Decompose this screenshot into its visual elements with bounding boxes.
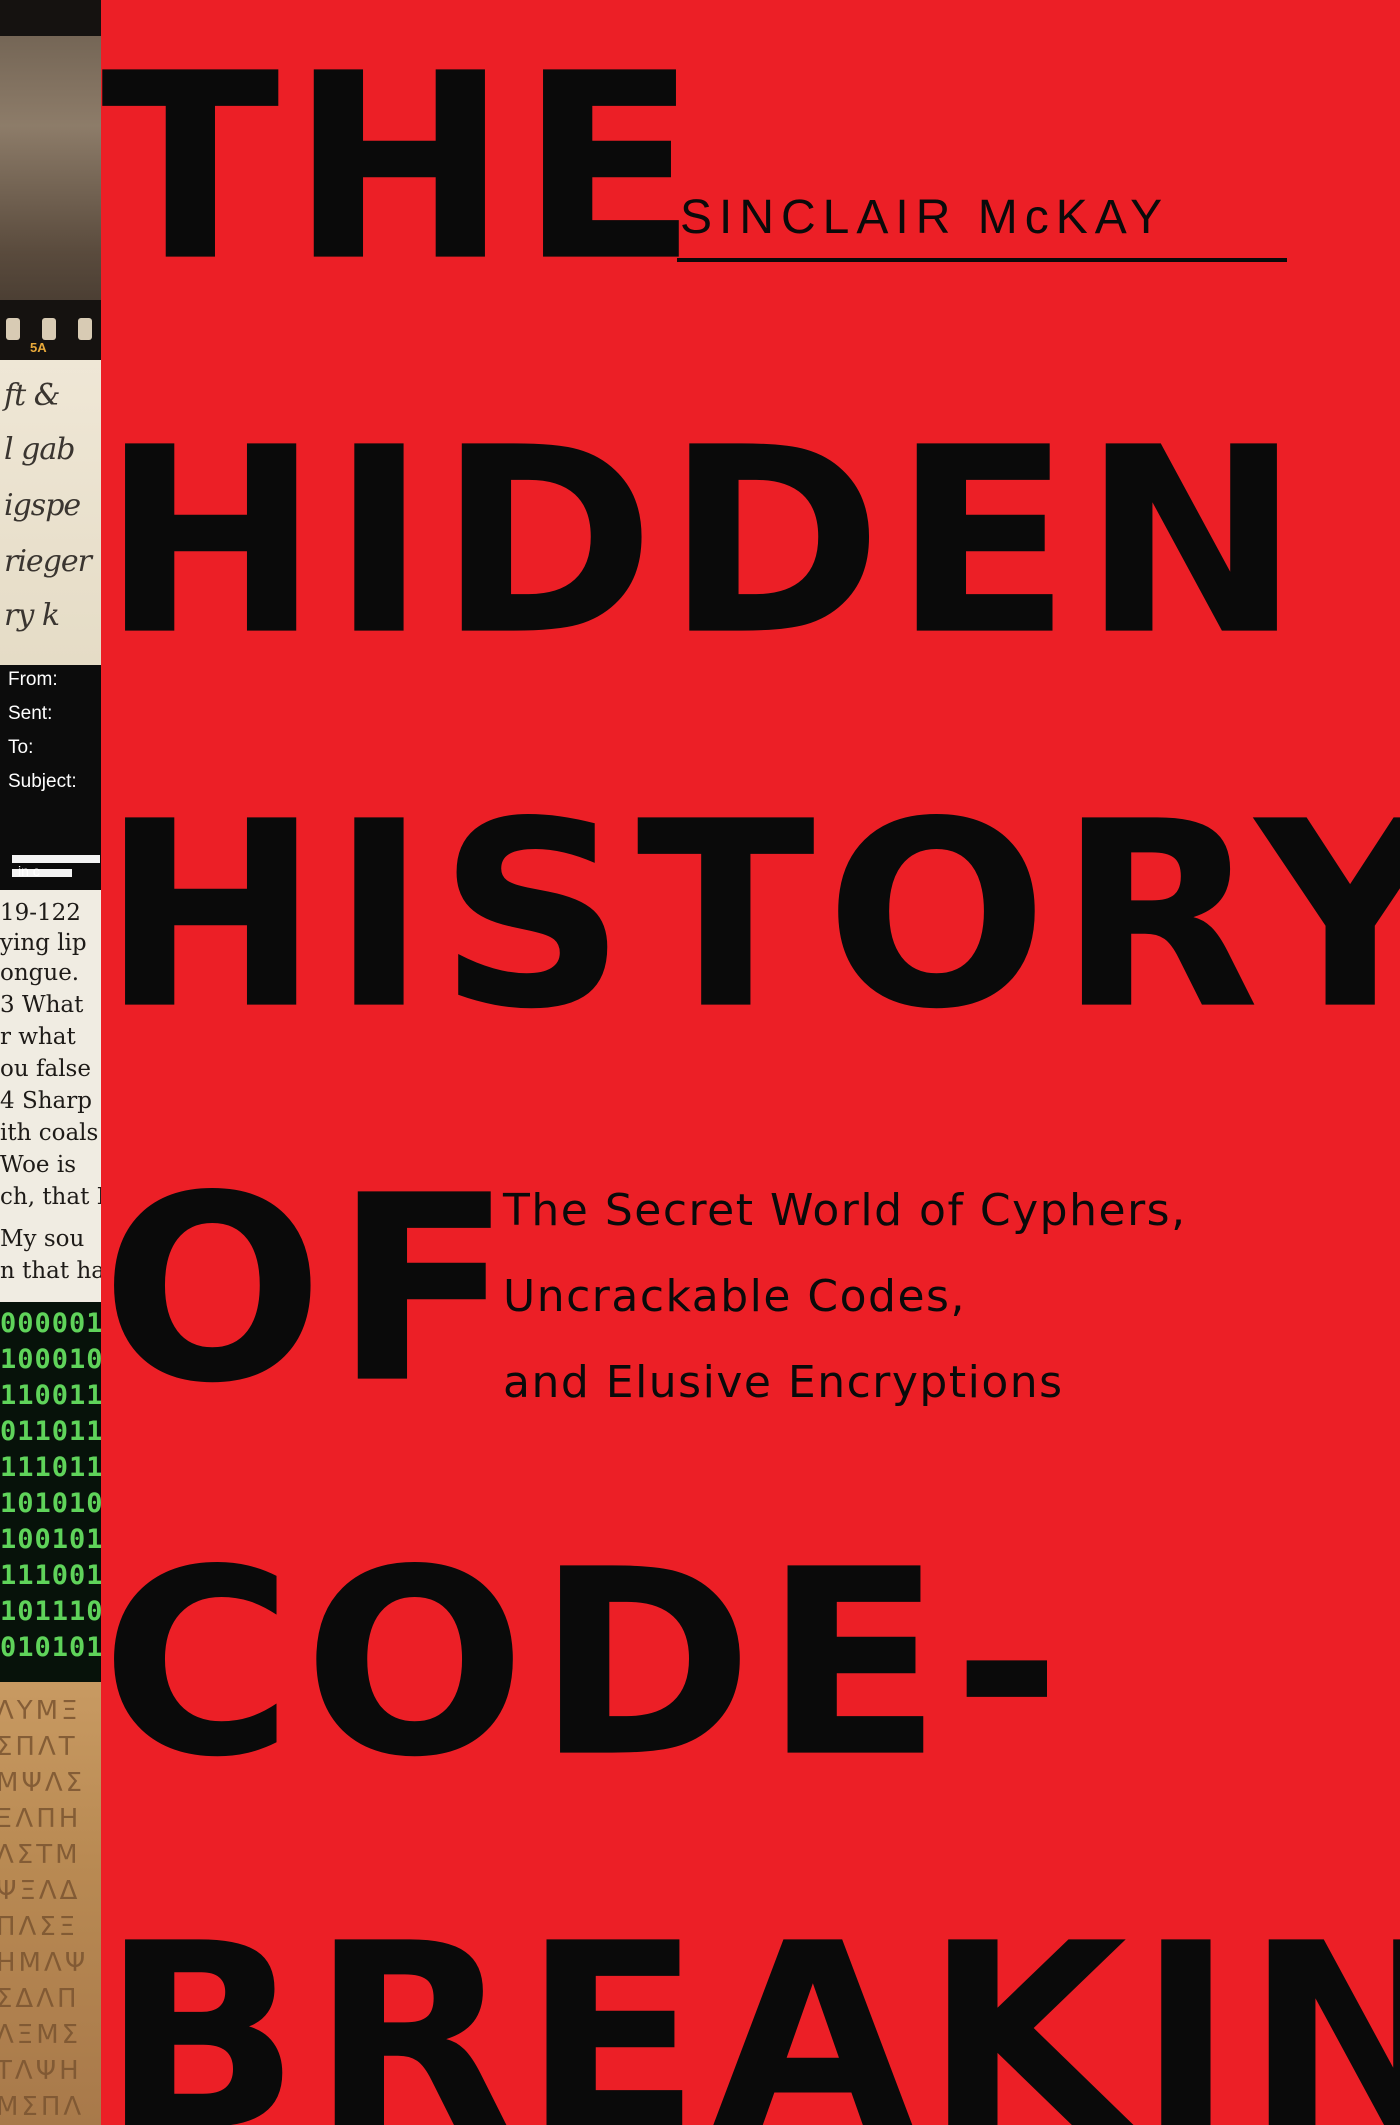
- stone-glyph-row: ΠΛΣΞ: [0, 1912, 79, 1942]
- stone-glyph-row: ΗΜΛΨ: [0, 1948, 89, 1978]
- stone-glyph-row: ΛΣΤΜ: [0, 1840, 81, 1870]
- title-line-of: OF: [101, 1140, 523, 1440]
- email-header-to: To:: [8, 737, 34, 758]
- title-line-history: HISTORY: [101, 766, 1400, 1066]
- film-negative-panel: 5A: [0, 0, 101, 360]
- sprocket-hole: [78, 318, 92, 340]
- email-fragment: in c: [18, 863, 40, 879]
- inscribed-stone-panel: ΛΥΜΞ ΣΠΛΤ ΜΨΛΣ ΞΛΠΗ ΛΣΤΜ ΨΞΛΔ ΠΛΣΞ ΗΜΛΨ …: [0, 1682, 101, 2125]
- book-text-line: 4 Sharp: [0, 1088, 92, 1114]
- binary-screen-panel: 000001 1000100 1100110 011011 1110111 10…: [0, 1302, 101, 1682]
- redaction-bar: [12, 855, 100, 863]
- handwriting-line: igspe: [4, 488, 81, 523]
- author-underline: [677, 258, 1287, 262]
- stone-glyph-row: ΞΛΠΗ: [0, 1804, 82, 1834]
- film-strip-bottom: [0, 300, 101, 360]
- binary-line: 1011100: [0, 1596, 101, 1627]
- book-text-line: ying lip: [0, 930, 87, 956]
- stone-glyph-row: ΜΣΠΛ: [0, 2092, 85, 2122]
- title-line-the: THE: [101, 18, 708, 318]
- book-text-line: ith coals: [0, 1120, 99, 1146]
- handwriting-line: ry k: [4, 598, 60, 633]
- book-text-line: r what: [0, 1024, 76, 1050]
- book-text-line: Woe is: [0, 1152, 77, 1178]
- book-text-line: ch, that I: [0, 1184, 101, 1210]
- email-header-from: From:: [8, 669, 58, 690]
- subtitle-line: Uncrackable Codes,: [503, 1271, 966, 1322]
- binary-line: 1000100: [0, 1344, 101, 1375]
- stone-glyph-row: ΣΠΛΤ: [0, 1732, 78, 1762]
- book-text-line: ou false: [0, 1056, 91, 1082]
- binary-line: 101010: [0, 1488, 101, 1519]
- title-line-code: CODE-: [101, 1514, 1072, 1814]
- binary-line: 010101: [0, 1632, 101, 1663]
- printed-book-panel: 19-122 ying lip ongue. 3 What r what ou …: [0, 890, 101, 1302]
- book-text-line: 3 What: [0, 992, 84, 1018]
- stone-glyph-row: ΨΞΛΔ: [0, 1876, 81, 1906]
- film-frame-code: 5A: [30, 340, 47, 355]
- stone-glyph-row: ΣΔΛΠ: [0, 1984, 80, 2014]
- email-header-subject: Subject:: [8, 771, 77, 792]
- book-subtitle: The Secret World of Cyphers, Uncrackable…: [503, 1168, 1303, 1426]
- sprocket-hole: [6, 318, 20, 340]
- stone-glyph-row: ΛΥΜΞ: [0, 1696, 81, 1726]
- book-text-line: 19-122: [0, 900, 81, 926]
- book-text-line: ongue.: [0, 960, 80, 986]
- author-name: SINCLAIR McKAY: [680, 191, 1170, 244]
- sprocket-hole: [42, 318, 56, 340]
- email-printout-panel: From: Sent: To: Subject: in c: [0, 665, 101, 890]
- book-text-line: n that ha: [0, 1258, 101, 1284]
- handwriting-line: rieger: [4, 544, 92, 579]
- email-header-sent: Sent:: [8, 703, 53, 724]
- binary-line: 000001: [0, 1308, 101, 1339]
- stone-glyph-row: ΤΛΨΗ: [0, 2056, 82, 2086]
- handwritten-letter-panel: ft & l gab igspe rieger ry k: [0, 360, 101, 665]
- title-line-breaking: BREAKING: [101, 1888, 1400, 2125]
- title-line-hidden: HIDDEN: [101, 392, 1311, 692]
- subtitle-line: and Elusive Encryptions: [503, 1357, 1064, 1408]
- handwriting-line: ft &: [4, 378, 60, 413]
- binary-line: 1100110: [0, 1380, 101, 1411]
- binary-line: 1110111: [0, 1452, 101, 1483]
- stone-glyph-row: ΜΨΛΣ: [0, 1768, 86, 1798]
- handwriting-line: l gab: [4, 432, 75, 467]
- binary-line: 011011: [0, 1416, 101, 1447]
- stone-glyph-row: ΛΞΜΣ: [0, 2020, 82, 2050]
- book-cover: 5A ft & l gab igspe rieger ry k From: Se…: [0, 0, 1400, 2125]
- side-collage-strip: 5A ft & l gab igspe rieger ry k From: Se…: [0, 0, 101, 2125]
- film-strip-top: [0, 0, 101, 36]
- subtitle-line: The Secret World of Cyphers,: [503, 1185, 1187, 1236]
- binary-line: 111001: [0, 1560, 101, 1591]
- book-text-line: My sou: [0, 1226, 85, 1252]
- binary-line: 100101: [0, 1524, 101, 1555]
